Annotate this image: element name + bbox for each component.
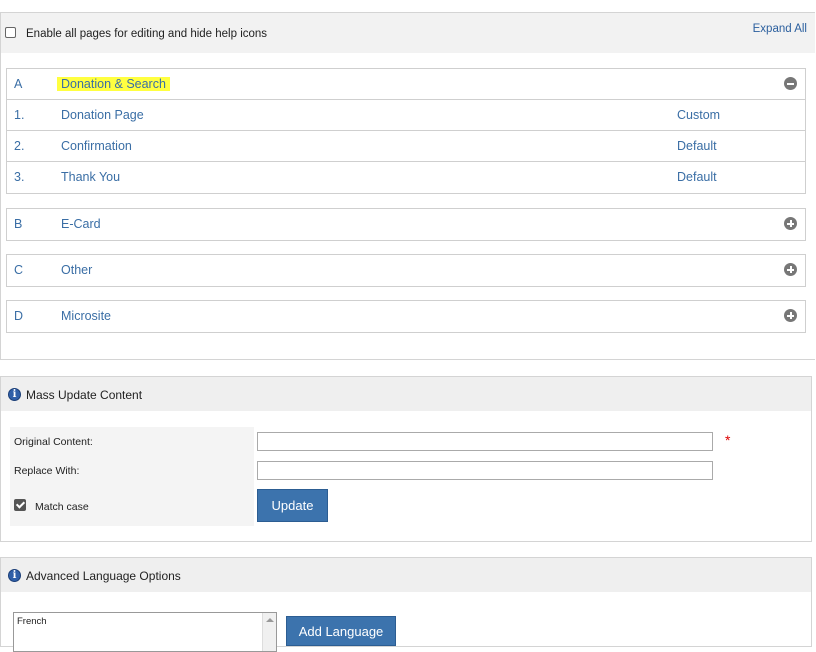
- section-name[interactable]: Microsite: [61, 309, 111, 323]
- language-header: i Advanced Language Options: [1, 558, 811, 592]
- replace-with-label: Replace With:: [14, 465, 80, 477]
- add-language-button[interactable]: Add Language: [286, 616, 396, 646]
- match-case-checkbox[interactable]: [14, 499, 26, 511]
- section-name[interactable]: Donation & Search: [57, 77, 170, 91]
- language-panel: i Advanced Language Options French Add L…: [0, 557, 812, 652]
- page-status: Custom: [677, 108, 721, 122]
- section-letter: A: [14, 77, 23, 91]
- page-number: 1.: [14, 108, 25, 122]
- section-a: A Donation & Search 1. Donation Page Cus…: [6, 68, 806, 194]
- page-number: 2.: [14, 139, 25, 153]
- match-case-label: Match case: [35, 501, 89, 513]
- section-d: D Microsite: [6, 300, 806, 333]
- info-icon[interactable]: i: [8, 569, 21, 582]
- mass-update-panel: i Mass Update Content Original Content: …: [0, 376, 812, 542]
- listbox-scrollbar[interactable]: [262, 613, 276, 651]
- page-status: Default: [677, 170, 717, 184]
- expand-icon[interactable]: [784, 263, 797, 276]
- section-header-b[interactable]: B E-Card: [7, 209, 805, 240]
- update-button[interactable]: Update: [257, 489, 328, 522]
- original-content-label: Original Content:: [14, 436, 93, 448]
- pages-panel: Enable all pages for editing and hide he…: [0, 12, 815, 360]
- section-b: B E-Card: [6, 208, 806, 241]
- section-letter: B: [14, 217, 23, 231]
- required-marker: *: [725, 432, 731, 448]
- section-header-d[interactable]: D Microsite: [7, 301, 805, 332]
- page-row-thank-you[interactable]: 3. Thank You Default: [7, 162, 805, 193]
- pages-toolbar: Enable all pages for editing and hide he…: [1, 13, 815, 53]
- language-listbox[interactable]: French: [13, 612, 277, 652]
- section-name[interactable]: Other: [61, 263, 92, 277]
- section-c: C Other: [6, 254, 806, 287]
- mass-update-header: i Mass Update Content: [1, 377, 811, 411]
- original-content-input[interactable]: [257, 432, 713, 451]
- replace-with-input[interactable]: [257, 461, 713, 480]
- expand-icon[interactable]: [784, 309, 797, 322]
- form-labels: Original Content: Replace With: Match ca…: [10, 427, 254, 526]
- collapse-icon[interactable]: [784, 77, 797, 90]
- page-link[interactable]: Thank You: [61, 170, 120, 184]
- page-link[interactable]: Donation Page: [61, 108, 144, 122]
- sections-area: A Donation & Search 1. Donation Page Cus…: [1, 53, 815, 359]
- expand-all-link[interactable]: Expand All: [753, 23, 807, 35]
- page-row-confirmation[interactable]: 2. Confirmation Default: [7, 131, 805, 162]
- enable-all-checkbox[interactable]: [5, 27, 16, 38]
- section-header-c[interactable]: C Other: [7, 255, 805, 286]
- page-row-donation[interactable]: 1. Donation Page Custom: [7, 100, 805, 131]
- section-name[interactable]: E-Card: [61, 217, 101, 231]
- page-link[interactable]: Confirmation: [61, 139, 132, 153]
- language-option[interactable]: French: [17, 616, 47, 627]
- panel-title: Advanced Language Options: [26, 569, 181, 583]
- enable-all-label: Enable all pages for editing and hide he…: [26, 28, 268, 40]
- page-status: Default: [677, 139, 717, 153]
- section-letter: C: [14, 263, 24, 277]
- panel-title: Mass Update Content: [26, 388, 143, 402]
- expand-icon[interactable]: [784, 217, 797, 230]
- section-header-a[interactable]: A Donation & Search: [7, 69, 805, 100]
- page-number: 3.: [14, 170, 25, 184]
- section-letter: D: [14, 309, 24, 323]
- scroll-up-icon[interactable]: [266, 618, 274, 622]
- info-icon[interactable]: i: [8, 388, 21, 401]
